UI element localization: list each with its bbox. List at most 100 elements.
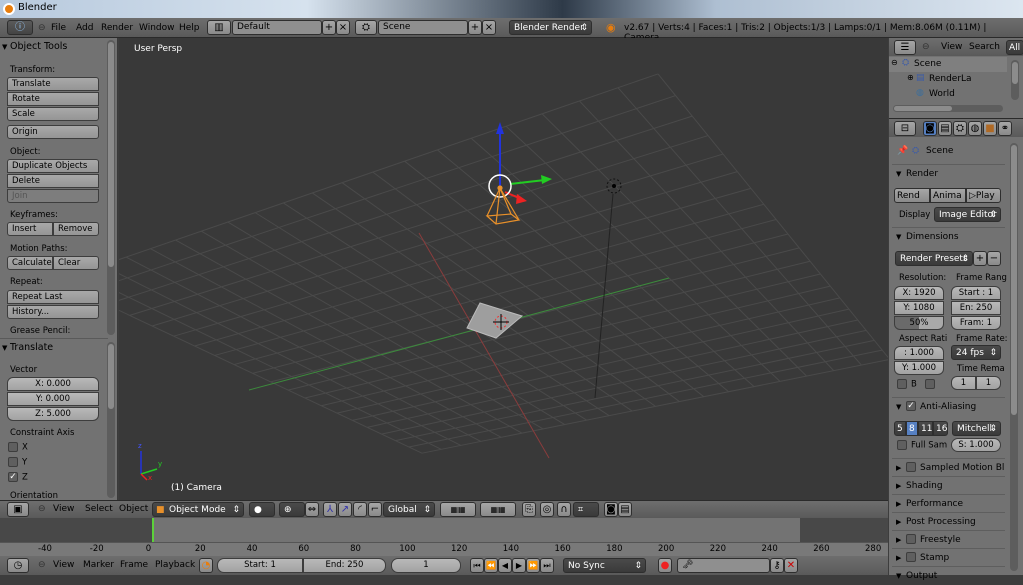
menu-search[interactable]: Search <box>969 42 1000 52</box>
clear-paths-button[interactable]: Clear <box>53 256 99 270</box>
add-scene-icon[interactable]: + <box>468 20 482 35</box>
stamp-panel-header[interactable]: ▶ Stamp <box>892 548 1005 566</box>
current-frame-marker[interactable] <box>152 518 154 544</box>
stamp-checkbox[interactable] <box>906 552 916 562</box>
vector-x-field[interactable]: X: 0.000 <box>7 377 99 391</box>
outliner-row-renderlayers[interactable]: ⊕ ▤ RenderLa <box>889 72 1007 87</box>
aa-samples-8[interactable]: 8 <box>906 421 918 436</box>
menu-render[interactable]: Render <box>101 23 133 33</box>
lock-layers-icon[interactable]: ⎘ <box>522 502 536 517</box>
aspect-y-field[interactable]: Y: 1.000 <box>894 361 944 375</box>
resolution-percentage-slider[interactable]: 50% <box>894 316 944 330</box>
render-engine-select[interactable]: Blender Render ⇕ <box>509 20 592 35</box>
frame-start-field[interactable]: Start : 1 <box>951 286 1001 300</box>
remove-keyframe-button[interactable]: Remove <box>53 222 99 236</box>
properties-scrollbar[interactable] <box>1010 143 1018 571</box>
remove-scene-icon[interactable]: × <box>482 20 496 35</box>
snap-element-select[interactable]: ⌗ <box>573 502 599 517</box>
resolution-y-field[interactable]: Y: 1080 <box>894 301 944 315</box>
scene-icon[interactable]: ⛭ <box>355 20 377 35</box>
editor-type-outliner-icon[interactable]: ☰ <box>894 40 916 55</box>
menu-select[interactable]: Select <box>85 504 113 514</box>
render-animation-icon[interactable]: ▤ <box>618 502 632 517</box>
translate-panel-header[interactable]: ▼ Translate <box>0 338 108 356</box>
translate-panel-scrollbar[interactable] <box>107 342 115 498</box>
aa-filter-size-field[interactable]: S: 1.000 <box>951 438 1001 452</box>
menu-file[interactable]: File <box>51 23 66 33</box>
display-select[interactable]: Image Editor ⇕ <box>934 207 1001 222</box>
aa-samples-16[interactable]: 16 <box>933 421 948 436</box>
manipulator-toggle-icon[interactable]: ⇔ <box>305 502 319 517</box>
freestyle-panel-header[interactable]: ▶ Freestyle <box>892 530 1005 548</box>
menu-frame[interactable]: Frame <box>120 560 148 570</box>
origin-button[interactable]: Origin <box>7 125 99 139</box>
render-context-icon[interactable]: ◙ <box>923 121 937 136</box>
jump-end-icon[interactable]: ⏭ <box>540 558 554 573</box>
frame-end-field[interactable]: En: 250 <box>951 301 1001 315</box>
resolution-x-field[interactable]: X: 1920 <box>894 286 944 300</box>
dimensions-panel-header[interactable]: ▼ Dimensions <box>892 227 1005 245</box>
shading-panel-header[interactable]: ▶ Shading <box>892 476 1005 494</box>
jump-start-icon[interactable]: ⏮ <box>470 558 484 573</box>
render-panel-header[interactable]: ▼ Render <box>892 164 1005 182</box>
use-preview-range-icon[interactable]: ◔ <box>199 558 213 573</box>
aa-samples-11[interactable]: 11 <box>918 421 933 436</box>
mode-select[interactable]: ■ Object Mode ⇕ <box>152 502 244 517</box>
delete-button[interactable]: Delete <box>7 174 99 188</box>
tool-shelf-scrollbar[interactable] <box>107 40 115 335</box>
remove-screen-icon[interactable]: × <box>336 20 350 35</box>
frame-rate-select[interactable]: 24 fps ⇕ <box>951 345 1001 360</box>
snap-icon[interactable]: ∩ <box>557 502 571 517</box>
render-still-icon[interactable]: ◙ <box>604 502 618 517</box>
scale-manipulator-icon[interactable]: ⌐ <box>368 502 382 517</box>
constraint-x-checkbox[interactable]: X <box>8 442 28 453</box>
play-icon[interactable]: ▶ <box>512 558 526 573</box>
translate-manipulator-icon[interactable]: ↗ <box>338 502 352 517</box>
delete-keyframe-icon[interactable]: ✕ <box>784 558 798 573</box>
end-frame-field[interactable]: End: 250 <box>303 558 386 573</box>
jump-keyframe-forward-icon[interactable]: ⏩ <box>526 558 540 573</box>
world-context-icon[interactable]: ◍ <box>968 121 982 136</box>
collapse-menu-icon[interactable]: ⊖ <box>38 560 46 570</box>
add-preset-icon[interactable]: + <box>973 251 987 266</box>
collapse-menu-icon[interactable]: ⊖ <box>38 504 46 514</box>
aa-filter-select[interactable]: Mitchell- ⇕ <box>952 421 1001 436</box>
proportional-edit-icon[interactable]: ◎ <box>540 502 554 517</box>
pin-icon[interactable]: 📌 <box>897 146 908 156</box>
aa-samples-5[interactable]: 5 <box>894 421 906 436</box>
collapse-menu-icon[interactable]: ⊖ <box>922 42 930 52</box>
play-reverse-icon[interactable]: ◀ <box>498 558 512 573</box>
editor-type-timeline-icon[interactable]: ◷ <box>7 558 29 573</box>
repeat-last-button[interactable]: Repeat Last <box>7 290 99 304</box>
sync-mode-select[interactable]: No Sync ⇕ <box>563 558 646 573</box>
menu-marker[interactable]: Marker <box>83 560 114 570</box>
constraint-z-checkbox[interactable]: ✓ Z <box>8 472 28 483</box>
add-screen-icon[interactable]: + <box>322 20 336 35</box>
scale-button[interactable]: Scale <box>7 107 99 121</box>
duplicate-objects-button[interactable]: Duplicate Objects <box>7 159 99 173</box>
menu-playback[interactable]: Playback <box>155 560 195 570</box>
expand-icon[interactable]: ⊕ <box>907 73 914 82</box>
menu-view[interactable]: View <box>53 560 74 570</box>
anti-aliasing-panel-header[interactable]: ▼ ✓ Anti-Aliasing <box>892 397 1005 415</box>
motion-blur-checkbox[interactable] <box>906 462 916 472</box>
post-processing-panel-header[interactable]: ▶ Post Processing <box>892 512 1005 530</box>
timeline-ruler[interactable]: -40 -20 0 20 40 60 80 100 120 140 160 180 200 220 240 2… <box>0 542 888 556</box>
keying-set-field[interactable]: 🗝 <box>677 558 770 573</box>
screen-layout-field[interactable]: Default <box>232 20 322 35</box>
frame-step-field[interactable]: Fram: 1 <box>951 316 1001 330</box>
pivot-point-select[interactable]: ⊕ <box>279 502 305 517</box>
vector-y-field[interactable]: Y: 0.000 <box>7 392 99 406</box>
menu-help[interactable]: Help <box>179 23 200 33</box>
anti-aliasing-checkbox[interactable]: ✓ <box>906 401 916 411</box>
screen-layout-icon[interactable]: ▥ <box>207 20 231 35</box>
freestyle-checkbox[interactable] <box>906 534 916 544</box>
viewport-shading-select[interactable]: ● <box>249 502 275 517</box>
play-animation-button[interactable]: ▷Play <box>966 188 1001 203</box>
aspect-x-field[interactable]: : 1.000 <box>894 346 944 360</box>
crop-checkbox[interactable] <box>925 379 939 390</box>
time-remap-old-field[interactable]: 1 <box>951 376 976 390</box>
collapse-icon[interactable]: ⊖ <box>891 58 898 67</box>
current-frame-field[interactable]: 1 <box>391 558 461 573</box>
insert-keyframe-button[interactable]: Insert <box>7 222 53 236</box>
